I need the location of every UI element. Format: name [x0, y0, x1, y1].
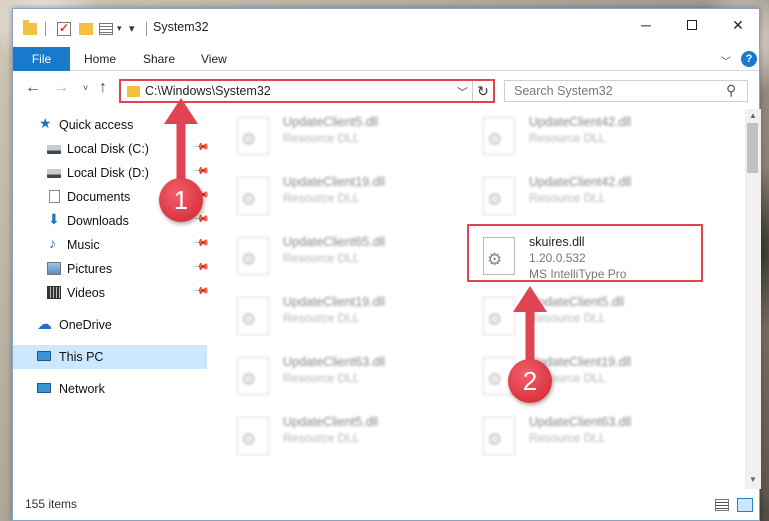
arrow-1: [164, 98, 198, 185]
annotation-arrows: [164, 98, 547, 367]
step-1-badge: 1: [159, 178, 203, 222]
arrow-2: [513, 286, 547, 367]
step-2-badge: 2: [508, 359, 552, 403]
